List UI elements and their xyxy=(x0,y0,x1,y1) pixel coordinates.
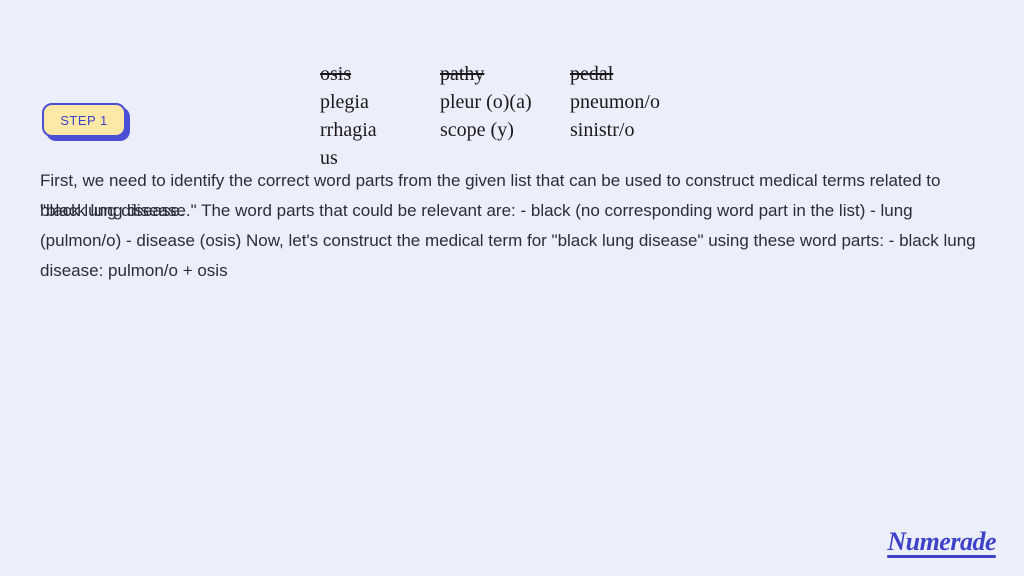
step-badge: STEP 1 xyxy=(42,103,126,137)
cell-pathy: pathy xyxy=(440,60,570,88)
cell-sinistr: sinistr/o xyxy=(570,116,710,144)
cell-osis: osis xyxy=(320,60,440,88)
table-row: plegia pleur (o)(a) pneumon/o xyxy=(320,88,710,116)
table-row: osis pathy pedal xyxy=(320,60,710,88)
cell-pneumon: pneumon/o xyxy=(570,88,710,116)
cell-scope: scope (y) xyxy=(440,116,570,144)
overlay-text: black lung disease. xyxy=(40,196,986,226)
cell-rrhagia: rrhagia xyxy=(320,116,440,144)
numerade-logo: Numerade xyxy=(887,527,996,558)
word-parts-table: osis pathy pedal plegia pleur (o)(a) pne… xyxy=(320,60,710,172)
cell-pedal: pedal xyxy=(570,60,710,88)
step-badge-label: STEP 1 xyxy=(42,103,126,137)
explanation-text: First, we need to identify the correct w… xyxy=(40,166,986,286)
cell-plegia: plegia xyxy=(320,88,440,116)
table-row: rrhagia scope (y) sinistr/o xyxy=(320,116,710,144)
cell-pleur: pleur (o)(a) xyxy=(440,88,570,116)
